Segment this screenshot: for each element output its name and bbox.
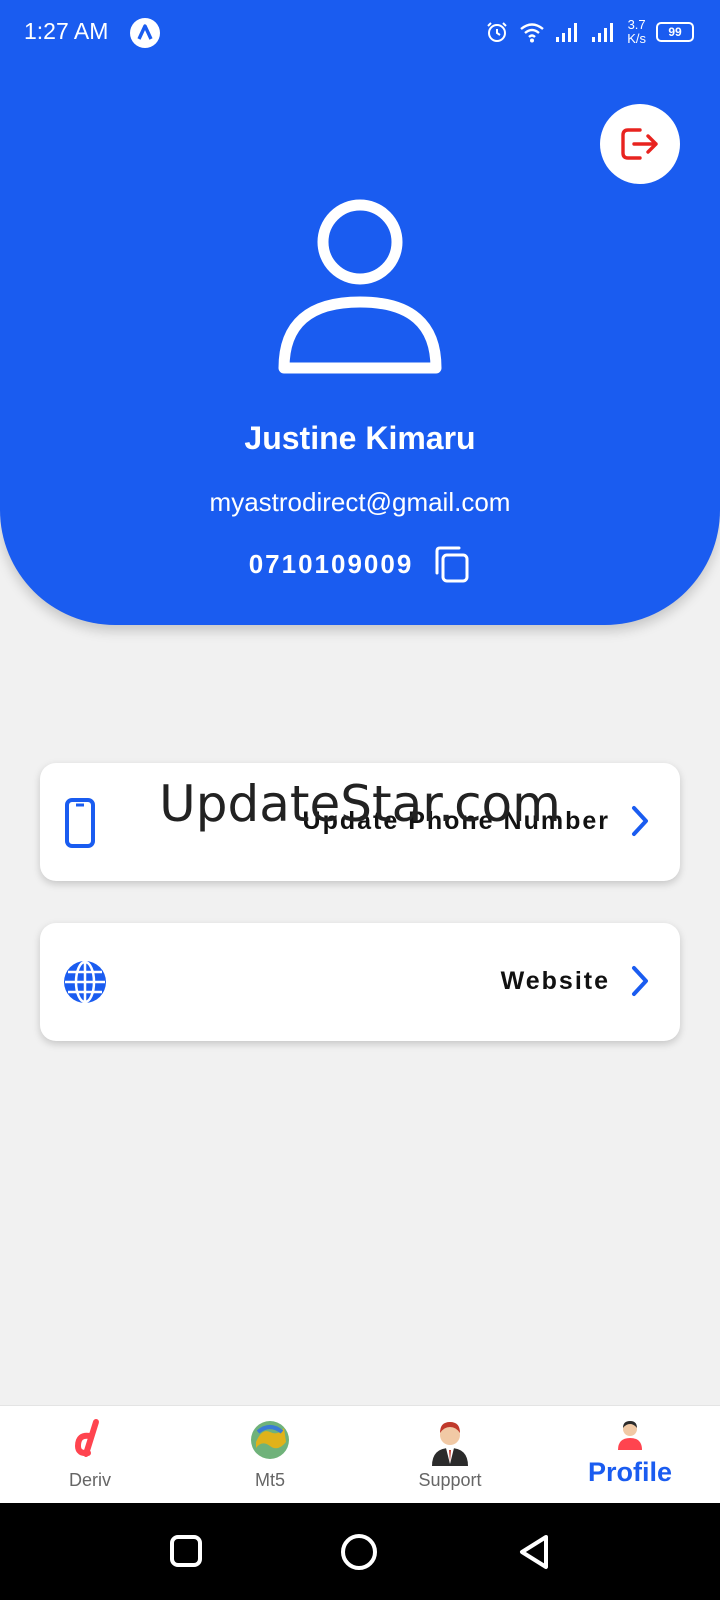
website-label: Website: [500, 967, 610, 995]
signal-icon-2: [592, 23, 614, 42]
profile-header: 1:27 AM 3.7 K/s 99 Justine Kimaru myastr…: [0, 0, 720, 625]
support-icon: [432, 1422, 468, 1466]
chevron-right-icon: [632, 806, 648, 836]
status-bar: 1:27 AM 3.7 K/s 99: [0, 0, 720, 64]
logout-button[interactable]: [600, 104, 680, 184]
nav-label-support: Support: [418, 1470, 482, 1490]
home-icon[interactable]: [340, 1533, 378, 1571]
status-icons: 3.7 K/s 99: [485, 18, 694, 46]
avatar-icon: [278, 199, 442, 374]
phone-icon: [65, 798, 95, 848]
wifi-icon: [520, 23, 544, 43]
update-phone-card[interactable]: Update Phone Number: [40, 763, 680, 881]
bottom-nav: Deriv Mt5 Support Profile: [0, 1405, 720, 1504]
battery-icon: 99: [656, 22, 694, 42]
nav-label-profile: Profile: [587, 1457, 673, 1487]
recent-apps-icon[interactable]: [168, 1533, 204, 1569]
chevron-right-icon: [632, 966, 648, 996]
profile-icon: [618, 1421, 642, 1450]
alarm-icon: [487, 22, 507, 42]
signal-icon: [556, 23, 578, 42]
website-card[interactable]: Website: [40, 923, 680, 1041]
net-speed-value: 3.7: [627, 17, 646, 32]
nav-item-deriv[interactable]: Deriv: [0, 1406, 180, 1504]
system-nav-bar: [0, 1503, 720, 1600]
status-time: 1:27 AM: [24, 18, 109, 44]
nav-label-mt5: Mt5: [254, 1470, 285, 1490]
phone-number: 0710109009: [248, 548, 414, 579]
mt5-icon: [251, 1421, 289, 1459]
app-notification-icon: [130, 18, 160, 48]
net-speed-unit: K/s: [627, 31, 646, 46]
phone-row: 0710109009: [0, 545, 720, 583]
nav-label-deriv: Deriv: [68, 1470, 111, 1490]
update-phone-label: Update Phone Number: [302, 807, 610, 835]
nav-item-profile[interactable]: Profile: [540, 1406, 720, 1504]
nav-item-support[interactable]: Support: [360, 1406, 540, 1504]
logout-icon: [621, 128, 658, 160]
net-speed: 3.7 K/s: [627, 18, 646, 46]
globe-icon: [64, 960, 106, 1004]
back-icon[interactable]: [516, 1533, 552, 1571]
deriv-icon: [74, 1419, 99, 1457]
copy-icon[interactable]: [433, 545, 471, 583]
user-name: Justine Kimaru: [244, 420, 476, 456]
nav-item-mt5[interactable]: Mt5: [180, 1406, 360, 1504]
user-email: myastrodirect@gmail.com: [209, 487, 511, 517]
